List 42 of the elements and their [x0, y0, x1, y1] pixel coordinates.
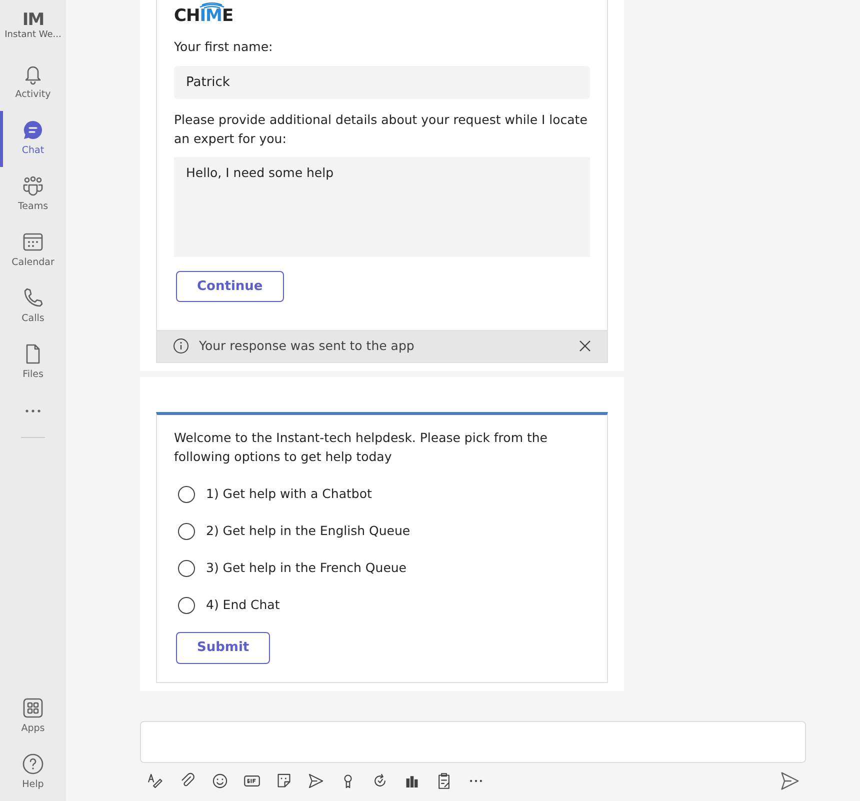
apps-icon — [22, 697, 44, 720]
sidebar-item[interactable]: Calls — [0, 278, 66, 334]
prompt-text: Welcome to the Instant-tech helpdesk. Please pick from the following options to get help today — [174, 428, 548, 466]
close-icon — [579, 340, 591, 352]
chat-icon — [22, 118, 44, 141]
app-logo: IM — [22, 12, 44, 29]
sidebar-item[interactable]: Files — [0, 334, 66, 390]
phone-icon — [22, 286, 44, 309]
sidebar-item[interactable]: Help — [0, 745, 66, 801]
format-icon[interactable] — [147, 772, 165, 790]
radio-option[interactable]: 1) Get help with a Chatbot — [178, 476, 590, 514]
sidebar-item[interactable]: Chat — [0, 110, 66, 166]
radio-option[interactable]: 4) End Chat — [178, 587, 590, 624]
send-icon[interactable] — [780, 771, 800, 791]
info-icon — [173, 338, 189, 354]
radio-option[interactable]: 2) Get help in the English Queue — [178, 513, 590, 550]
help-icon — [22, 753, 44, 776]
app-title: Instant We... — [4, 29, 62, 42]
continue-button[interactable]: Continue — [176, 270, 284, 302]
people-icon — [22, 174, 44, 197]
field-label: Your first name: — [174, 38, 274, 56]
radio-button[interactable] — [178, 486, 195, 504]
radio-button[interactable] — [178, 523, 195, 540]
submit-button[interactable]: Submit — [176, 632, 270, 664]
sidebar-item[interactable]: Apps — [0, 689, 66, 745]
emoji-icon[interactable] — [211, 772, 229, 790]
calendar-icon — [22, 230, 44, 253]
chime-logo: CHIME — [174, 2, 234, 26]
radio-button[interactable] — [178, 597, 195, 614]
more-icon — [24, 408, 42, 414]
sidebar-item[interactable]: Calendar — [0, 222, 66, 278]
field-label: Please provide additional details about your request while I locate an expert for you: — [174, 111, 588, 148]
send-icon[interactable] — [307, 772, 325, 790]
radio-button[interactable] — [178, 560, 195, 578]
radio-option[interactable]: 3) Get help in the French Queue — [178, 550, 590, 588]
name-field[interactable]: Patrick — [174, 66, 590, 99]
sidebar-item[interactable]: Activity — [0, 54, 66, 110]
details-field[interactable]: Hello, I need some help — [174, 156, 590, 256]
sidebar-item[interactable]: Teams — [0, 166, 66, 222]
notice-text: Your response was sent to the app — [199, 337, 416, 355]
sticker-icon[interactable] — [275, 772, 293, 790]
message-input[interactable] — [140, 721, 806, 763]
